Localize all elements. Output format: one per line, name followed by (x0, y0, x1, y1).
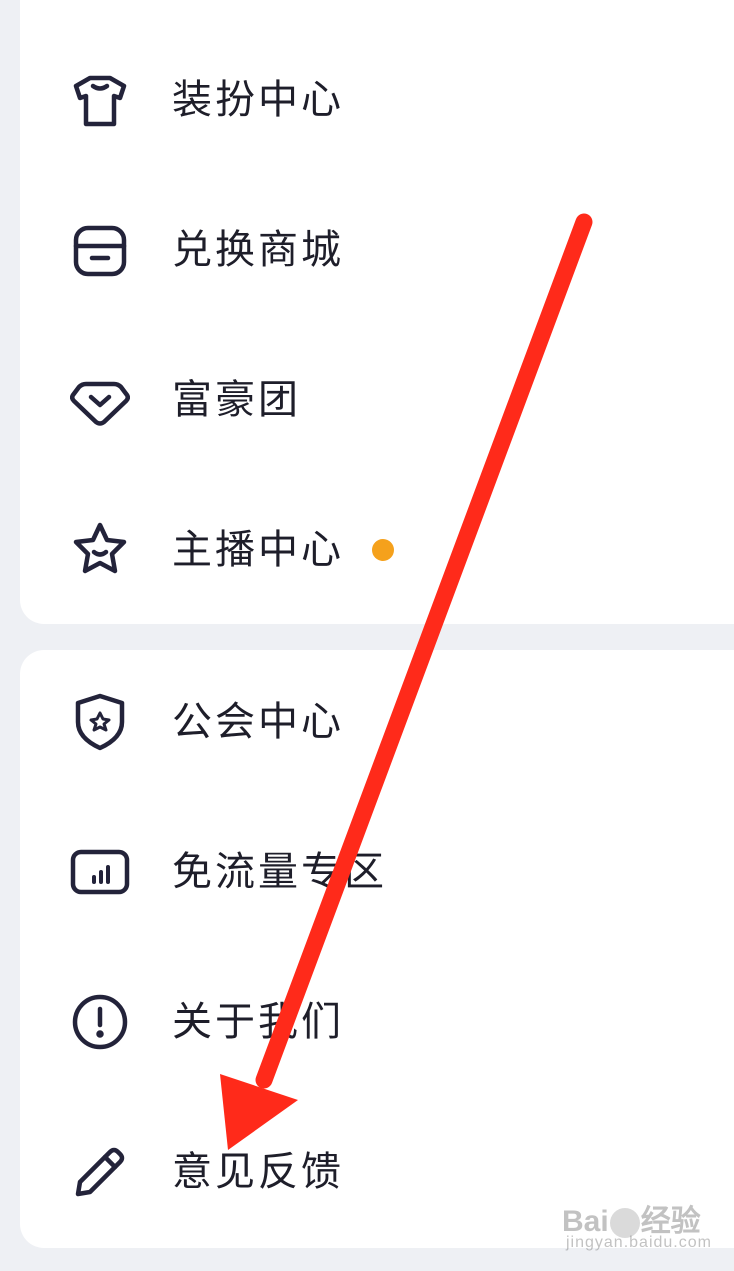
menu-label: 装扮中心 (172, 77, 344, 123)
menu-label: 富豪团 (172, 377, 301, 423)
menu-item-rich-club[interactable]: 富豪团 (20, 340, 734, 460)
tshirt-icon (70, 70, 130, 130)
menu-label: 兑换商城 (172, 227, 344, 273)
menu-item-feedback[interactable]: 意见反馈 (20, 1112, 734, 1232)
star-icon (70, 520, 130, 580)
shield-star-icon (70, 692, 130, 752)
menu-item-free-data-zone[interactable]: 免流量专区 (20, 812, 734, 932)
menu-label: 意见反馈 (172, 1149, 344, 1195)
diamond-icon (70, 370, 130, 430)
data-chart-icon (70, 842, 130, 902)
menu-item-dress-up-center[interactable]: 装扮中心 (20, 40, 734, 160)
pencil-icon (70, 1142, 130, 1202)
menu-item-guild-center[interactable]: 公会中心 (20, 662, 734, 782)
info-exclamation-icon (70, 992, 130, 1052)
menu-card-bottom: 公会中心 免流量专区 关于我们 意见反馈 (20, 650, 734, 1248)
store-icon (70, 220, 130, 280)
menu-label: 免流量专区 (172, 849, 387, 895)
menu-label: 关于我们 (172, 999, 344, 1045)
menu-item-anchor-center[interactable]: 主播中心 (20, 490, 734, 610)
menu-card-top: 装扮中心 兑换商城 富豪团 主播中心 (20, 0, 734, 624)
menu-label: 公会中心 (172, 699, 344, 745)
notification-dot (372, 539, 394, 561)
menu-item-exchange-mall[interactable]: 兑换商城 (20, 190, 734, 310)
menu-item-about-us[interactable]: 关于我们 (20, 962, 734, 1082)
menu-label: 主播中心 (172, 527, 344, 573)
